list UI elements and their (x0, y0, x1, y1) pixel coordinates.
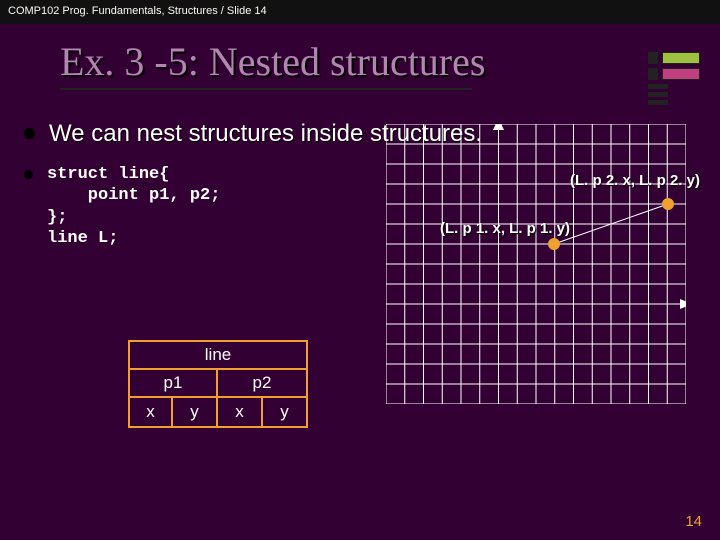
logo-graphic (648, 52, 704, 100)
table-cell-p1: p1 (128, 370, 218, 398)
page-number: 14 (685, 513, 702, 530)
content-area: We can nest structures inside structures… (0, 100, 720, 249)
table-cell-x: x (128, 398, 173, 428)
table-cell-p2: p2 (218, 370, 308, 398)
table-cell-y: y (263, 398, 308, 428)
slide-title: Ex. 3 -5: Nested structures (60, 38, 485, 85)
title-underline (60, 88, 472, 90)
table-cell-line: line (128, 340, 308, 370)
grid-svg (386, 124, 686, 404)
table-cell-y: y (173, 398, 218, 428)
bullet-icon (24, 170, 33, 179)
bullet-icon (24, 128, 35, 139)
point-label-p2: (L. p 2. x, L. p 2. y) (570, 172, 700, 189)
coordinate-graph: (L. p 1. x, L. p 1. y) (L. p 2. x, L. p … (386, 108, 696, 408)
struct-diagram: line p1 p2 x y x y (128, 340, 308, 428)
code-block: struct line{ point p1, p2; }; line L; (47, 164, 220, 249)
table-cell-x: x (218, 398, 263, 428)
slide-header: COMP102 Prog. Fundamentals, Structures /… (0, 0, 720, 24)
title-area: Ex. 3 -5: Nested structures (0, 24, 720, 100)
point-label-p1: (L. p 1. x, L. p 1. y) (440, 220, 570, 237)
